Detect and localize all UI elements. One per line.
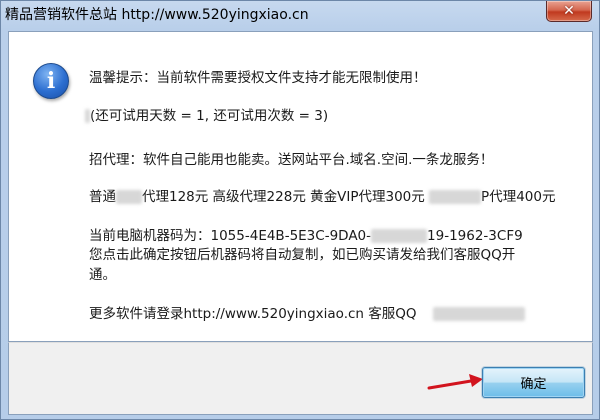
trial-line: (还可试用天数 = 1, 还可试用次数 = 3) <box>85 104 328 124</box>
notice-line: 温馨提示：当前软件需要授权文件支持才能无限制使用！ <box>89 70 427 86</box>
button-bar: 确定 <box>8 342 593 415</box>
more-software-line: 更多软件请登录http://www.520yingxiao.cn 客服QQ <box>89 302 525 322</box>
machine-code-b: 19-1962-3CF9 <box>427 228 523 244</box>
message-area: i 温馨提示：当前软件需要授权文件支持才能无限制使用！ (还可试用天数 = 1,… <box>8 31 593 342</box>
machine-code-a: 当前电脑机器码为：1055-4E4B-5E3C-9DA0- <box>89 228 372 244</box>
info-glyph: i <box>46 68 56 94</box>
redacted-block <box>371 229 428 243</box>
redacted-block <box>432 307 525 321</box>
close-icon: ✕ <box>563 3 575 19</box>
ok-button[interactable]: 确定 <box>482 367 585 398</box>
copy-hint-line: 您点击此确定按钮后机器码将自动复制，如已购买请发给我们客服QQ开 <box>89 247 516 263</box>
price-text-b: 代理128元 高级代理228元 黄金VIP代理300元 <box>142 189 430 205</box>
copy-hint-line-2: 通。 <box>89 267 116 283</box>
more-software-text: 更多软件请登录http://www.520yingxiao.cn 客服QQ <box>89 306 417 322</box>
price-line: 普通 代理128元 高级代理228元 黄金VIP代理300元 P代理400元 <box>89 185 555 205</box>
redacted-block <box>116 190 142 204</box>
title-bar[interactable]: 精品营销软件总站 http://www.520yingxiao.cn ✕ <box>1 1 599 31</box>
redacted-block <box>85 109 90 123</box>
price-text-c: P代理400元 <box>481 189 556 205</box>
machine-code-line: 当前电脑机器码为：1055-4E4B-5E3C-9DA0- 19-1962-3CF… <box>89 224 523 244</box>
agent-line: 招代理：软件自己能用也能卖。送网站平台.域名.空间.一条龙服务！ <box>89 152 494 168</box>
trial-text: (还可试用天数 = 1, 还可试用次数 = 3) <box>90 108 329 124</box>
close-button[interactable]: ✕ <box>546 1 592 22</box>
redacted-block <box>429 190 482 204</box>
price-text-a: 普通 <box>89 189 116 205</box>
info-icon: i <box>33 63 69 99</box>
window-title: 精品营销软件总站 http://www.520yingxiao.cn <box>5 7 309 23</box>
arrow-pointer-icon <box>427 374 483 390</box>
dialog-window: 精品营销软件总站 http://www.520yingxiao.cn ✕ i 温… <box>0 0 600 420</box>
